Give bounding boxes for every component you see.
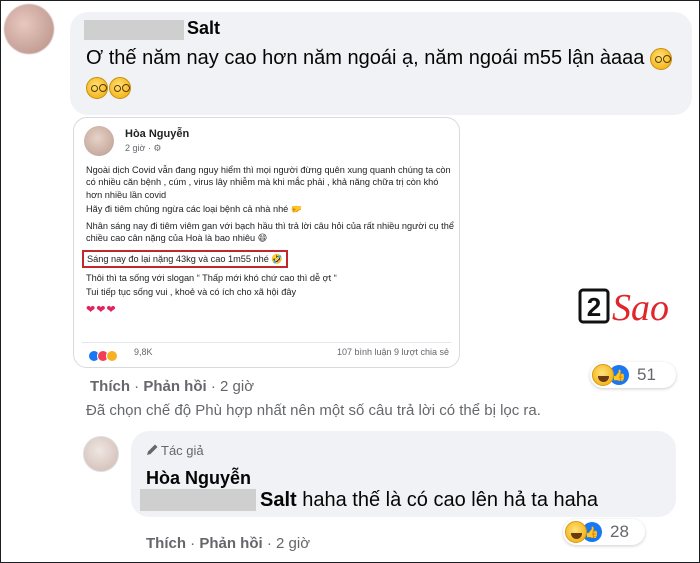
reply-author[interactable]: Hòa Nguyễn [146, 468, 251, 489]
post-slogan: Thôi thì ta sống với slogan “ Thấp mới k… [86, 273, 337, 284]
pencil-icon [147, 444, 158, 455]
haha-reaction-icon [592, 364, 614, 386]
post-paragraph: Nhân sáng nay đi tiêm viêm gan với bạch … [86, 221, 454, 244]
redacted-mention [140, 489, 256, 511]
flushed-emoji-icon [109, 76, 131, 99]
highlighted-text: Sáng nay đo lại nặng 43kg và cao 1m55 nh… [82, 249, 288, 269]
reply-text: Salt haha thế là có cao lên hả ta haha [260, 489, 598, 512]
filter-notice: Đã chọn chế độ Phù hợp nhất nên một số c… [86, 402, 541, 419]
post-paragraph: Hãy đi tiêm chủng ngừa các loại bệnh cả … [86, 203, 303, 214]
flushed-emoji-icon [86, 76, 108, 99]
reply-time[interactable]: 2 giờ [276, 535, 310, 552]
post-paragraph: Ngoài dịch Covid vẫn đang nguy hiểm thì … [86, 165, 451, 200]
reply-mention[interactable]: Salt [260, 489, 297, 511]
flushed-emoji-icon [649, 47, 672, 70]
watermark-word: Sao [612, 287, 669, 329]
redacted-name [84, 20, 184, 40]
like-link[interactable]: Thích [146, 535, 186, 552]
hearts-icon: ❤❤❤ [86, 303, 117, 316]
reply-link[interactable]: Phản hồi [199, 535, 262, 552]
post-time: 2 giờ · ⚙ [125, 143, 162, 153]
author-badge-label: Tác giả [161, 443, 204, 458]
comment-text-content: Ơ thế năm nay cao hơn năm ngoái ạ, năm n… [86, 47, 645, 69]
post-reaction-icons [88, 347, 118, 365]
commenter-avatar[interactable] [4, 4, 54, 54]
reply-link[interactable]: Phản hồi [143, 378, 206, 395]
post-stats: 107 bình luận 9 lượt chia sẻ [337, 347, 449, 357]
post-closing: Tui tiếp tục sống vui , khoẻ và có ích c… [86, 287, 297, 298]
comment-author[interactable]: Salt [187, 18, 220, 39]
post-divider [82, 342, 451, 343]
reply-reactions[interactable]: 👍 28 [563, 519, 645, 545]
reply-actions: Thích · Phản hồi · 2 giờ [146, 535, 311, 552]
post-author: Hòa Nguyễn [125, 128, 190, 140]
post-avatar [84, 126, 114, 156]
like-link[interactable]: Thích [90, 378, 130, 395]
watermark-digit: 2 [587, 292, 601, 322]
reaction-count: 51 [637, 365, 656, 384]
reaction-count: 28 [610, 522, 629, 541]
haha-reaction-icon [106, 349, 118, 362]
comment-actions: Thích · Phản hồi · 2 giờ [90, 378, 255, 395]
comment-time[interactable]: 2 giờ [220, 378, 254, 395]
post-reaction-count: 9,8K [134, 347, 153, 357]
embedded-post-image[interactable]: Hòa Nguyễn 2 giờ · ⚙ Ngoài dịch Covid vẫ… [73, 117, 460, 368]
haha-reaction-icon [565, 521, 587, 543]
author-badge: Tác giả [146, 443, 204, 458]
reply-text-content: haha thế là có cao lên hả ta haha [296, 489, 599, 511]
post-body: Ngoài dịch Covid vẫn đang nguy hiểm thì … [82, 164, 454, 318]
2sao-watermark-logo: 2 Sao [578, 287, 669, 329]
reply-avatar[interactable] [83, 436, 119, 472]
comment-text: Ơ thế năm nay cao hơn năm ngoái ạ, năm n… [86, 44, 686, 102]
comment-reactions[interactable]: 👍 51 [590, 362, 676, 388]
